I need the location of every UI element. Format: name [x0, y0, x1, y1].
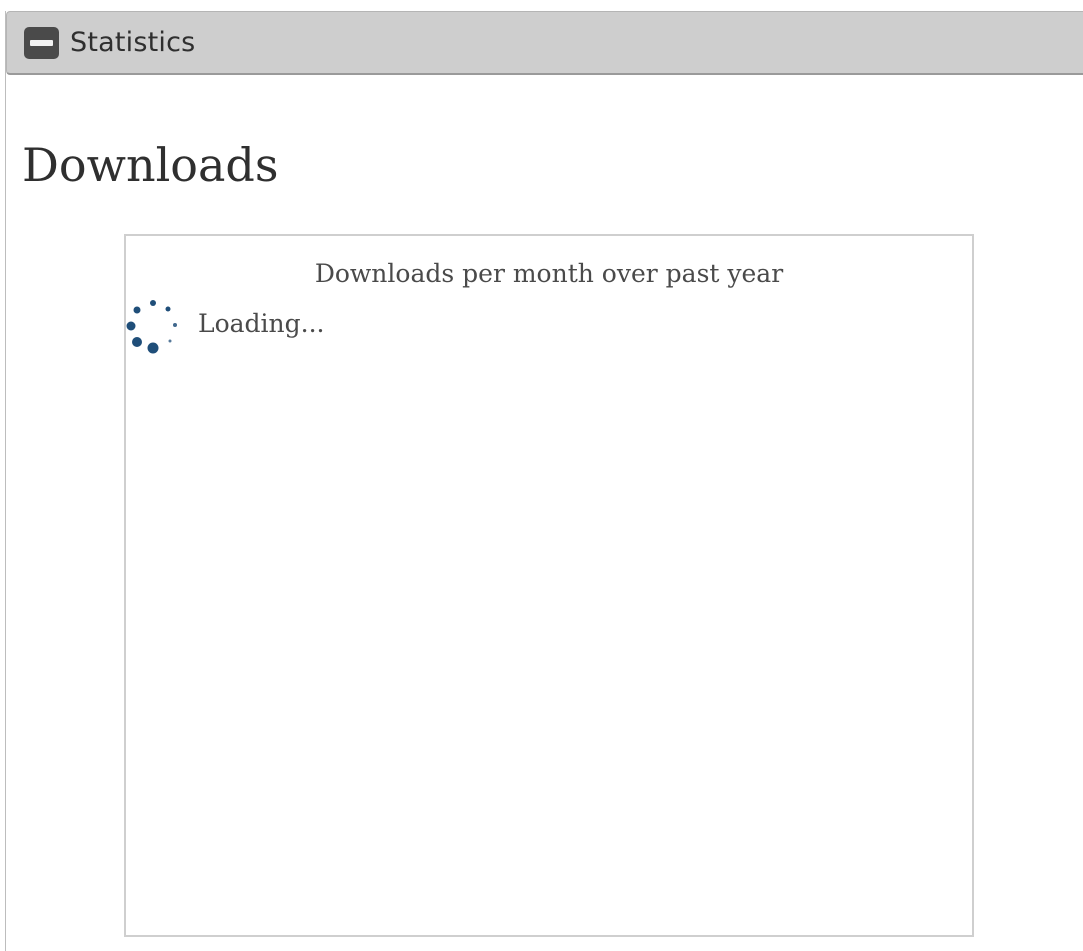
- downloads-chart-container: Downloads per month over past year Loadi…: [124, 234, 974, 937]
- downloads-heading: Downloads: [22, 138, 279, 192]
- minus-square-icon[interactable]: [24, 27, 59, 59]
- chart-title: Downloads per month over past year: [314, 259, 784, 288]
- loading-spinner-icon: [126, 300, 177, 354]
- loading-text: Loading...: [198, 309, 325, 338]
- statistics-panel: Statistics Downloads Downloads per month…: [5, 11, 1083, 951]
- statistics-panel-header[interactable]: Statistics: [6, 11, 1083, 75]
- panel-title[interactable]: Statistics: [70, 25, 195, 61]
